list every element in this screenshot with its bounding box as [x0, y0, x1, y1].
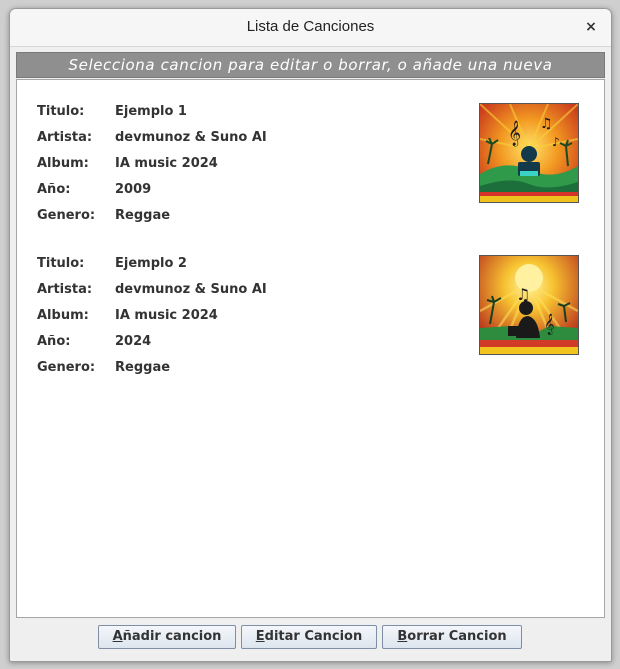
- instruction-header: Selecciona cancion para editar o borrar,…: [16, 52, 605, 78]
- song-list[interactable]: Titulo: Ejemplo 1 Artista: devmunoz & Su…: [16, 79, 605, 618]
- button-bar: Añadir cancion Editar Cancion Borrar Can…: [10, 621, 611, 657]
- genre-label: Genero:: [37, 208, 96, 223]
- instruction-text: Selecciona cancion para editar o borrar,…: [68, 56, 553, 74]
- year-value: 2009: [115, 182, 152, 197]
- delete-button-label: orrar Cancion: [407, 629, 507, 644]
- edit-button-label: ditar Cancion: [264, 629, 363, 644]
- title-label: Titulo:: [37, 256, 85, 271]
- edit-song-button[interactable]: Editar Cancion: [241, 625, 377, 649]
- album-value: IA music 2024: [115, 308, 218, 323]
- title-bar[interactable]: Lista de Canciones ×: [10, 9, 611, 47]
- title-label: Titulo:: [37, 104, 85, 119]
- artist-value: devmunoz & Suno AI: [115, 130, 267, 145]
- genre-value: Reggae: [115, 360, 171, 375]
- song-list-window: Lista de Canciones × Selecciona cancion …: [9, 8, 612, 662]
- album-cover-image: ♫ 𝄞: [479, 255, 579, 355]
- svg-text:♫: ♫: [516, 285, 530, 304]
- svg-text:𝄞: 𝄞: [508, 120, 521, 146]
- artist-label: Artista:: [37, 130, 93, 145]
- title-value: Ejemplo 1: [115, 104, 187, 119]
- add-button-mnemonic: A: [112, 629, 123, 644]
- svg-text:♪: ♪: [552, 135, 560, 149]
- album-cover-image: 𝄞 ♫ ♪: [479, 103, 579, 203]
- album-label: Album:: [37, 156, 89, 171]
- svg-text:♫: ♫: [540, 116, 553, 132]
- song-item-1[interactable]: Titulo: Ejemplo 1 Artista: devmunoz & Su…: [17, 92, 604, 232]
- album-value: IA music 2024: [115, 156, 218, 171]
- delete-song-button[interactable]: Borrar Cancion: [382, 625, 522, 649]
- artist-label: Artista:: [37, 282, 93, 297]
- window-title: Lista de Canciones: [246, 18, 375, 35]
- svg-text:𝄞: 𝄞: [544, 314, 555, 335]
- edit-button-mnemonic: E: [255, 629, 265, 644]
- song-item-2[interactable]: Titulo: Ejemplo 2 Artista: devmunoz & Su…: [17, 244, 604, 384]
- year-label: Año:: [37, 182, 71, 197]
- genre-label: Genero:: [37, 360, 96, 375]
- add-song-button[interactable]: Añadir cancion: [98, 625, 236, 649]
- add-button-label: ñadir cancion: [122, 629, 222, 644]
- genre-value: Reggae: [115, 208, 171, 223]
- artist-value: devmunoz & Suno AI: [115, 282, 267, 297]
- close-icon: ×: [585, 19, 597, 35]
- close-button[interactable]: ×: [581, 17, 601, 37]
- delete-button-mnemonic: B: [397, 629, 408, 644]
- title-value: Ejemplo 2: [115, 256, 187, 271]
- year-label: Año:: [37, 334, 71, 349]
- album-label: Album:: [37, 308, 89, 323]
- year-value: 2024: [115, 334, 152, 349]
